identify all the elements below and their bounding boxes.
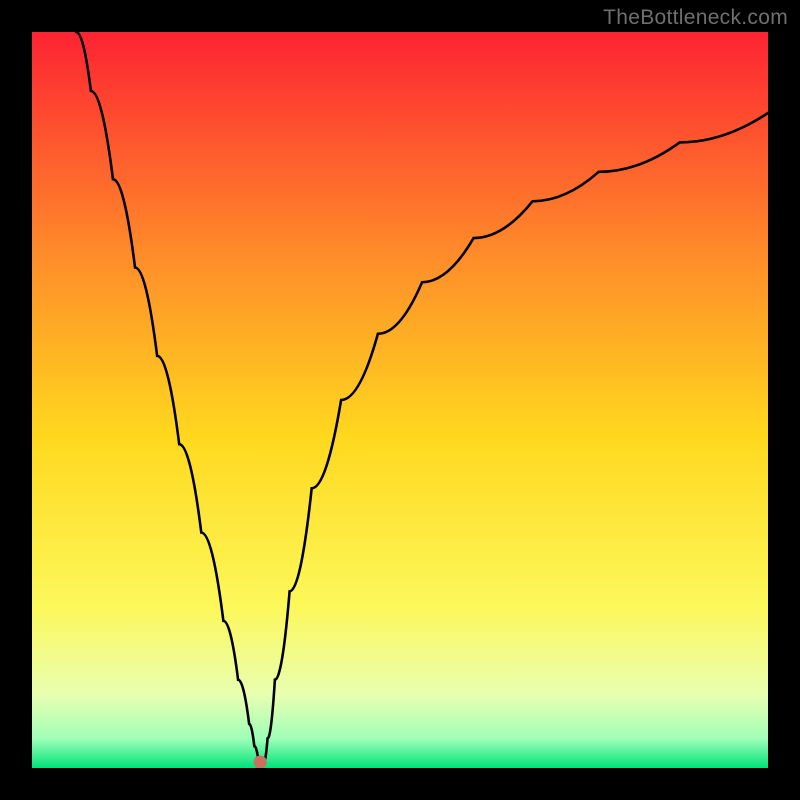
curve-left-branch	[76, 32, 259, 762]
chart-canvas: TheBottleneck.com	[0, 0, 800, 800]
plot-area	[32, 32, 768, 768]
curve-right-branch	[264, 113, 768, 762]
watermark-text: TheBottleneck.com	[603, 6, 788, 30]
bottleneck-curve	[32, 32, 768, 768]
